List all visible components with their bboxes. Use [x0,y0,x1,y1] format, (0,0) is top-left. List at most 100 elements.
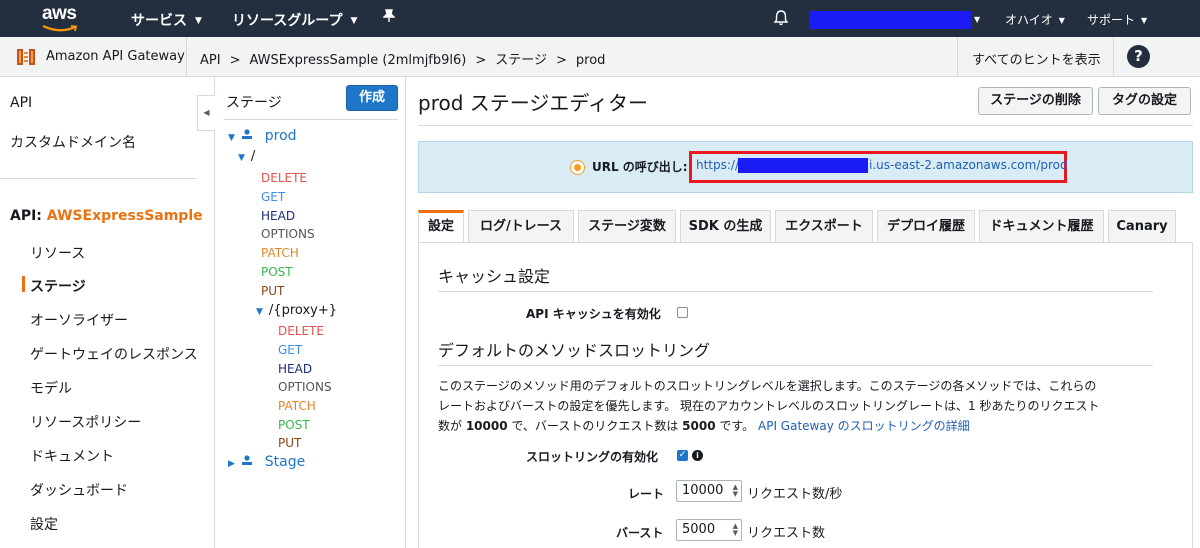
tree-method[interactable]: DELETE [261,171,307,185]
stage-icon [241,129,253,143]
breadcrumb-separator: > [475,53,487,68]
throttling-learn-more-link[interactable]: API Gateway のスロットリングの詳細 [758,419,970,433]
tree-method[interactable]: PUT [278,436,301,450]
chevron-down-icon[interactable]: ▼ [974,12,980,26]
spinner-icon[interactable]: ▲ ▼ [733,523,738,537]
invoke-url-link-prefix[interactable]: https:// [696,158,739,172]
stage-name: prod [264,128,297,144]
tab-sdk-generation[interactable]: SDK の生成 [680,210,771,243]
tree-method[interactable]: PUT [261,284,284,298]
breadcrumb-api[interactable]: API [200,53,221,68]
invoke-url-box: URL の呼び出し: https:// i.us-east-2.amazonaw… [418,141,1193,193]
info-icon[interactable]: i [692,450,703,461]
nav-resources[interactable]: リソース [30,243,85,263]
create-stage-button[interactable]: 作成 [346,85,398,111]
url-redacted [738,158,868,173]
desc-text: で、バーストのリクエスト数は [507,419,683,433]
nav-resource-policy[interactable]: リソースポリシー [30,412,141,432]
caret-down-icon: ▼ [256,307,263,317]
burst-label: バースト [616,526,664,540]
tag-settings-button[interactable]: タグの設定 [1098,87,1191,115]
breadcrumb-api-name[interactable]: AWSExpressSample (2mlmjfb9l6) [249,53,466,68]
aws-smile-icon [42,25,78,32]
breadcrumb-stages[interactable]: ステージ [495,53,547,68]
collapse-nav-icon[interactable]: ◀ [197,95,215,131]
account-rate-value: 10000 [465,419,508,433]
resource-groups-menu[interactable]: リソースグループ ▼ [232,10,357,30]
desc-text: 数が [438,419,466,433]
aws-logo[interactable]: aws [40,3,84,33]
nav-stages[interactable]: ステージ [30,276,86,296]
invoke-url-link-suffix[interactable]: i.us-east-2.amazonaws.com/prod [869,158,1068,172]
support-menu[interactable]: サポート ▼ [1087,11,1147,28]
services-menu[interactable]: サービス ▼ [131,10,202,30]
tree-method[interactable]: HEAD [278,362,312,376]
pin-icon[interactable] [382,9,396,27]
rate-input[interactable]: 10000 ▲ ▼ [676,480,742,502]
spinner-icon[interactable]: ▲ ▼ [733,484,738,498]
nav-dashboard[interactable]: ダッシュボード [30,480,128,500]
tree-method[interactable]: HEAD [261,209,295,223]
cache-settings-heading: キャッシュ設定 [438,267,551,286]
bell-icon[interactable] [773,9,789,30]
help-icon[interactable]: ? [1127,45,1150,68]
tree-method[interactable]: PATCH [261,246,299,260]
tree-method[interactable]: OPTIONS [278,380,332,394]
tab-settings[interactable]: 設定 [418,210,464,243]
tab-stage-variables[interactable]: ステージ変数 [578,210,676,243]
caret-down-icon: ▼ [228,133,235,143]
tab-documentation-history[interactable]: ドキュメント履歴 [979,210,1104,243]
service-name-link[interactable]: Amazon API Gateway [46,49,185,64]
current-api-title: API: AWSExpressSample [10,208,203,224]
nav-apis[interactable]: API [10,95,32,111]
nav-documentation[interactable]: ドキュメント [30,446,114,466]
tree-method[interactable]: GET [278,343,302,357]
burst-input[interactable]: 5000 ▲ ▼ [676,519,742,541]
breadcrumb: API > AWSExpressSample (2mlmjfb9l6) > ステージ > p… [200,49,605,68]
divider [418,125,1193,126]
tab-export[interactable]: エクスポート [775,210,873,243]
delete-stage-button[interactable]: ステージの削除 [978,87,1093,115]
nav-custom-domain-names[interactable]: カスタムドメイン名 [10,132,136,152]
top-navigation-bar: aws サービス ▼ リソースグループ ▼ ▼ オハイオ ▼ サポート ▼ [0,0,1200,37]
tab-deployment-history[interactable]: デプロイ履歴 [877,210,975,243]
stage-icon [241,455,253,469]
breadcrumb-stage-prod: prod [575,53,606,68]
tree-method[interactable]: PATCH [278,399,316,413]
tree-method[interactable]: POST [278,418,310,432]
caret-down-icon: ▼ [238,153,245,163]
enable-throttling-checkbox[interactable]: ✓ [677,450,688,461]
chevron-down-icon: ▼ [195,16,202,26]
nav-gateway-responses[interactable]: ゲートウェイのレスポンス [30,344,198,364]
settings-tab-panel: キャッシュ設定 API キャッシュを有効化 デフォルトのメソッドスロットリング … [418,242,1193,548]
tree-path-proxy[interactable]: ▼ /{proxy+} [256,303,337,318]
tree-stage-prod[interactable]: ▼ prod [228,128,297,144]
region-menu[interactable]: オハイオ ▼ [1005,11,1065,28]
tree-method[interactable]: DELETE [278,324,324,338]
tree-method[interactable]: POST [261,265,293,279]
tab-canary[interactable]: Canary [1108,210,1176,243]
show-all-hints-link[interactable]: すべてのヒントを表示 [972,49,1101,68]
tree-method[interactable]: GET [261,190,285,204]
invoke-url-label: URL の呼び出し: [592,160,688,174]
nav-authorizers[interactable]: オーソライザー [30,310,128,330]
tree-method[interactable]: OPTIONS [261,227,315,241]
default-throttling-heading: デフォルトのメソッドスロットリング [438,341,711,360]
stage-name: Stage [264,454,306,470]
enable-throttling-label: スロットリングの有効化 [526,450,659,464]
breadcrumb-bar: Amazon API Gateway API > AWSExpressSample … [0,37,1200,77]
divider [438,365,1153,366]
api-name-label: AWSExpressSample [46,208,203,224]
account-burst-value: 5000 [682,419,716,433]
account-name-redacted[interactable] [809,11,972,29]
tree-stage-stage[interactable]: ▶ Stage [228,454,305,470]
throttling-description: このステージのメソッド用のデフォルトのスロットリングレベルを選択します。このステ… [438,376,1158,436]
nav-settings[interactable]: 設定 [30,514,58,534]
nav-models[interactable]: モデル [30,378,72,398]
divider [957,37,958,77]
tab-logs-tracing[interactable]: ログ/トレース [468,210,574,243]
stages-panel-title: ステージ [226,95,282,111]
tree-path-root[interactable]: ▼ / [238,149,255,164]
burst-value: 5000 [682,522,716,537]
enable-cache-checkbox[interactable] [677,307,688,318]
